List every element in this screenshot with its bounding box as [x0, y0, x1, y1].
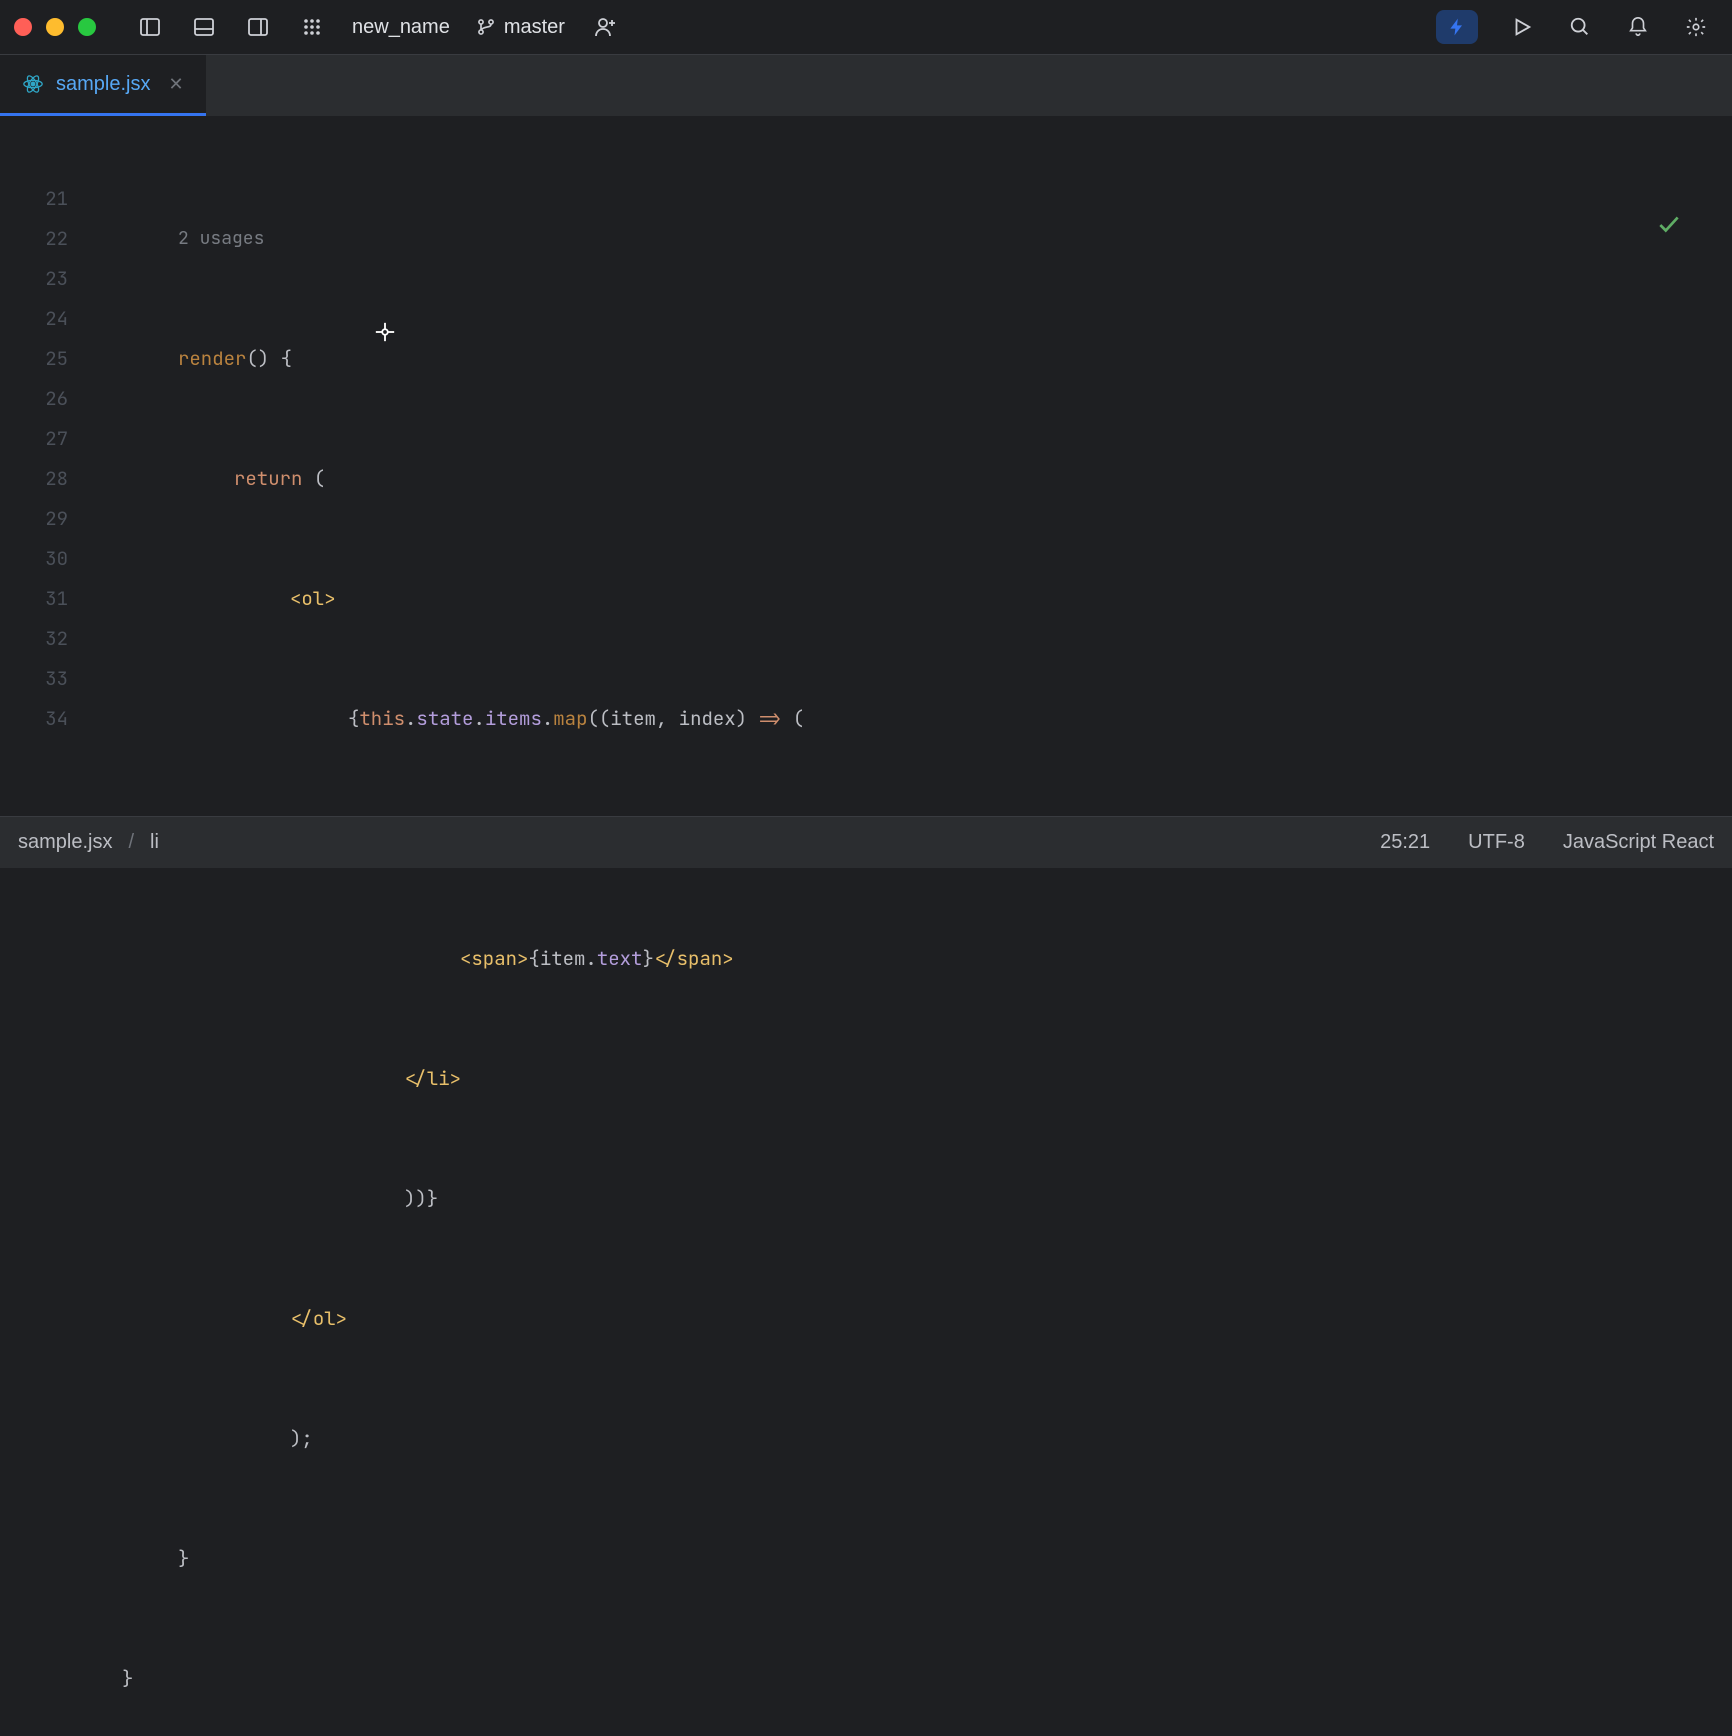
- grid-icon[interactable]: [298, 13, 326, 41]
- code-line: </li>: [86, 1059, 1732, 1099]
- line-number: 25: [0, 339, 68, 379]
- inlay-usages[interactable]: 2 usages: [86, 219, 1732, 259]
- statusbar-right: 25:21 UTF-8 JavaScript React: [1380, 831, 1714, 854]
- line-number: 29: [0, 499, 68, 539]
- code-line: return (: [86, 459, 1732, 499]
- breadcrumb-separator: /: [128, 831, 134, 854]
- panel-bottom-icon[interactable]: [190, 13, 218, 41]
- titlebar: new_name master: [0, 0, 1732, 55]
- code-line: <span>{item.text}</span>: [86, 939, 1732, 979]
- run-icon[interactable]: [1508, 13, 1536, 41]
- inspection-ok-icon[interactable]: [1656, 131, 1724, 317]
- code-line: </ol>: [86, 1299, 1732, 1339]
- toolbar-right-group: [1436, 10, 1718, 44]
- code-line: {this.state.items.map((item, index) => (: [86, 699, 1732, 739]
- project-name[interactable]: new_name: [352, 16, 450, 39]
- line-number: 34: [0, 699, 68, 739]
- code-area[interactable]: 2 usages render() { return ( <ol> {this.…: [86, 117, 1732, 796]
- code-line: );: [86, 1419, 1732, 1459]
- line-number: 23: [0, 259, 68, 299]
- react-icon: [22, 73, 44, 95]
- line-number: 33: [0, 659, 68, 699]
- mac-window-controls: [14, 18, 96, 36]
- code-line: <ol>: [86, 579, 1732, 619]
- code-line: render() {: [86, 339, 1732, 379]
- breadcrumb-element[interactable]: li: [150, 831, 159, 854]
- code-line: ))}: [86, 1179, 1732, 1219]
- line-number: 30: [0, 539, 68, 579]
- bell-icon[interactable]: [1624, 13, 1652, 41]
- tab-label: sample.jsx: [56, 73, 150, 96]
- line-number: 24: [0, 299, 68, 339]
- line-number: 31: [0, 579, 68, 619]
- tab-sample-jsx[interactable]: sample.jsx ✕: [0, 55, 206, 116]
- line-number: 21: [0, 179, 68, 219]
- statusbar: sample.jsx / li 25:21 UTF-8 JavaScript R…: [0, 816, 1732, 868]
- gear-icon[interactable]: [1682, 13, 1710, 41]
- toolbar-left-group: new_name master: [136, 13, 619, 41]
- line-number: 26: [0, 379, 68, 419]
- lightning-icon: [1447, 17, 1467, 37]
- breadcrumb[interactable]: sample.jsx / li: [18, 831, 159, 854]
- quick-action-badge[interactable]: [1436, 10, 1478, 44]
- code-line: }: [86, 1539, 1732, 1579]
- line-gutter: 21 22 23 24 25 26 27 28 29 30 31 32 33 3…: [0, 117, 86, 796]
- branch-icon: [476, 17, 496, 37]
- breadcrumb-file[interactable]: sample.jsx: [18, 831, 112, 854]
- file-encoding[interactable]: UTF-8: [1468, 831, 1525, 854]
- branch-name: master: [504, 16, 565, 39]
- code-editor[interactable]: 21 22 23 24 25 26 27 28 29 30 31 32 33 3…: [0, 117, 1732, 796]
- minimize-window-button[interactable]: [46, 18, 64, 36]
- cursor-position[interactable]: 25:21: [1380, 831, 1430, 854]
- close-tab-icon[interactable]: ✕: [168, 74, 183, 95]
- editor-tabs: sample.jsx ✕: [0, 55, 1732, 117]
- add-collaborator-icon[interactable]: [591, 13, 619, 41]
- panel-left-icon[interactable]: [136, 13, 164, 41]
- close-window-button[interactable]: [14, 18, 32, 36]
- line-number: 32: [0, 619, 68, 659]
- language-mode[interactable]: JavaScript React: [1563, 831, 1714, 854]
- search-icon[interactable]: [1566, 13, 1594, 41]
- line-number: 27: [0, 419, 68, 459]
- code-line: }: [86, 1659, 1732, 1699]
- maximize-window-button[interactable]: [78, 18, 96, 36]
- panel-right-icon[interactable]: [244, 13, 272, 41]
- branch-widget[interactable]: master: [476, 16, 565, 39]
- line-number: 22: [0, 219, 68, 259]
- line-number: 28: [0, 459, 68, 499]
